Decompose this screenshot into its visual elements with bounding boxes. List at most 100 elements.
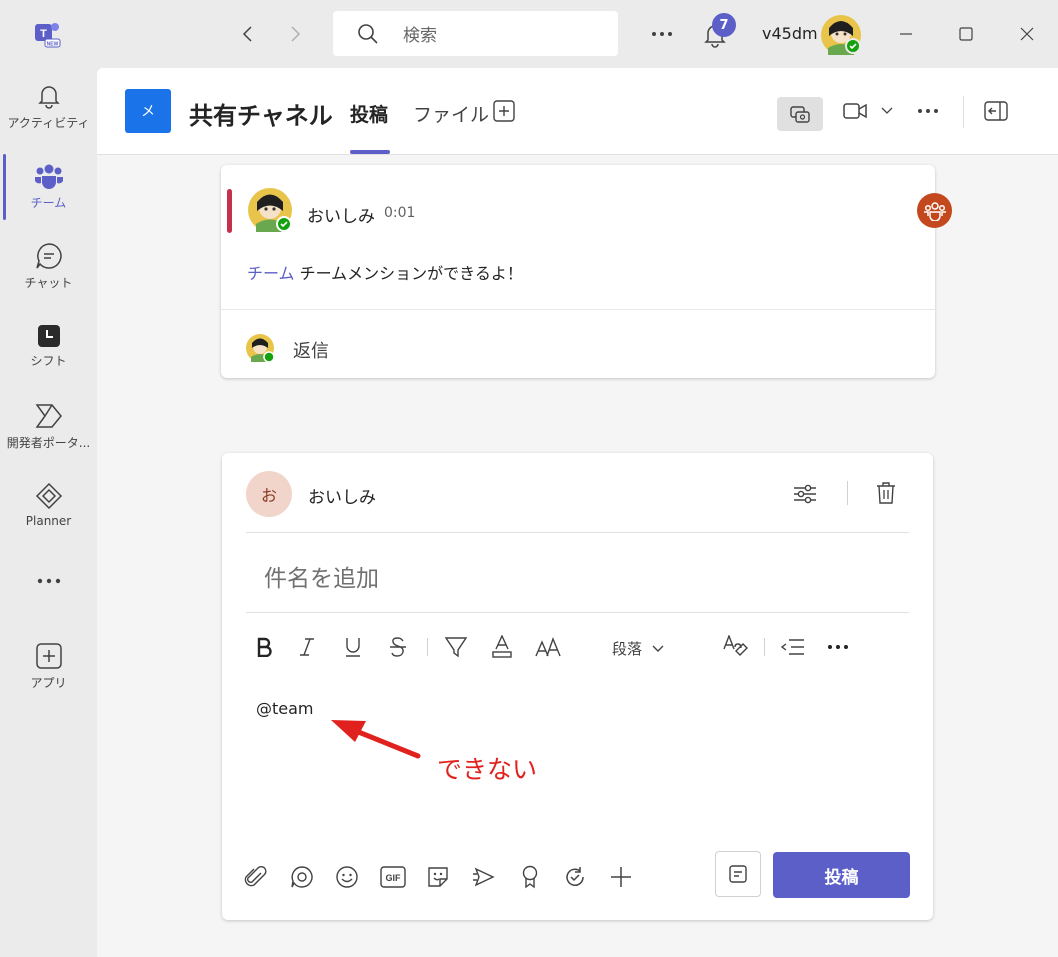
back-button[interactable] bbox=[234, 20, 262, 48]
minimize-button[interactable] bbox=[892, 20, 920, 48]
chevron-right-icon bbox=[291, 26, 301, 42]
italic-button[interactable] bbox=[295, 633, 319, 661]
attach-button[interactable] bbox=[242, 863, 270, 891]
reply-button[interactable]: 返信 bbox=[293, 337, 329, 363]
planner-icon bbox=[35, 482, 62, 510]
developer-portal-icon bbox=[35, 404, 62, 428]
highlight-button[interactable] bbox=[444, 633, 468, 661]
subject-divider bbox=[246, 612, 909, 613]
search-input[interactable]: 検索 bbox=[333, 11, 618, 56]
more-options-button[interactable] bbox=[648, 20, 676, 48]
user-avatar[interactable] bbox=[820, 14, 862, 56]
strikethrough-icon bbox=[390, 637, 406, 657]
refresh-check-icon bbox=[566, 867, 584, 886]
subject-input[interactable]: 件名を追加 bbox=[264, 559, 379, 593]
svg-text:GIF: GIF bbox=[386, 873, 402, 883]
plus-icon bbox=[611, 867, 631, 887]
search-placeholder: 検索 bbox=[403, 26, 437, 46]
emoji-button[interactable] bbox=[333, 863, 361, 891]
message-text: チームメンションができるよ！ bbox=[294, 264, 523, 283]
tab-files[interactable]: ファイル bbox=[413, 100, 489, 127]
bold-icon bbox=[257, 637, 272, 657]
side-panel-icon bbox=[984, 101, 1008, 121]
strikethrough-button[interactable] bbox=[386, 633, 410, 661]
more-formatting-button[interactable] bbox=[825, 633, 851, 661]
rail-item-label: チーム bbox=[30, 196, 67, 210]
open-side-panel-button[interactable] bbox=[983, 99, 1009, 123]
font-color-button[interactable] bbox=[490, 633, 514, 661]
app-rail: アクティビティ チーム チャット シフト 開発者ポータ... Planner ア… bbox=[0, 68, 97, 957]
header-divider bbox=[963, 96, 964, 128]
loop-component-button[interactable] bbox=[288, 863, 316, 891]
discard-draft-button[interactable] bbox=[873, 479, 899, 507]
updates-button[interactable] bbox=[561, 863, 589, 891]
send-arrow-icon bbox=[473, 867, 495, 887]
message-timestamp: 0:01 bbox=[384, 205, 416, 221]
close-icon bbox=[1020, 27, 1034, 41]
post-button[interactable]: 投稿 bbox=[773, 852, 910, 898]
compose-divider bbox=[246, 532, 909, 533]
schedule-send-button[interactable] bbox=[470, 863, 498, 891]
author-avatar[interactable] bbox=[247, 187, 293, 233]
underline-icon bbox=[346, 638, 360, 657]
shifts-icon bbox=[37, 325, 60, 347]
main-content: メ 共有チャネル 投稿 ファイル おいしみ 0:01 チーム チームメンションが… bbox=[97, 68, 1058, 957]
clear-formatting-button[interactable] bbox=[722, 633, 750, 661]
loop-icon bbox=[291, 866, 313, 888]
rail-item-teams[interactable]: チーム bbox=[0, 162, 97, 211]
font-size-button[interactable] bbox=[534, 633, 562, 661]
underline-button[interactable] bbox=[341, 633, 365, 661]
chat-icon bbox=[35, 243, 62, 269]
outdent-button[interactable] bbox=[780, 633, 806, 661]
tab-posts[interactable]: 投稿 bbox=[350, 100, 388, 127]
rail-item-shifts[interactable]: シフト bbox=[0, 324, 97, 369]
close-button[interactable] bbox=[1013, 20, 1041, 48]
rail-item-label: シフト bbox=[30, 354, 67, 368]
post-options-button[interactable] bbox=[791, 480, 819, 508]
channel-title: 共有チャネル bbox=[189, 102, 333, 130]
settings-sliders-icon bbox=[794, 484, 816, 504]
channel-more-button[interactable] bbox=[915, 103, 941, 119]
composer-name: おいしみ bbox=[308, 488, 376, 508]
compose-header-divider bbox=[847, 481, 848, 505]
ellipsis-icon bbox=[828, 645, 848, 649]
forward-button[interactable] bbox=[281, 20, 309, 48]
reply-avatar bbox=[245, 333, 275, 363]
rail-item-label: Planner bbox=[25, 514, 72, 528]
teams-logo-icon: T NEW bbox=[33, 20, 61, 48]
bell-icon bbox=[37, 86, 60, 109]
message-body: チーム チームメンションができるよ！ bbox=[247, 260, 523, 284]
channel-info-button[interactable] bbox=[777, 97, 823, 131]
paperclip-icon bbox=[244, 865, 267, 887]
message-accent-bar bbox=[227, 189, 232, 233]
rail-item-label: アプリ bbox=[30, 676, 67, 690]
rail-item-developer-portal[interactable]: 開発者ポータ... bbox=[0, 402, 97, 451]
compose-box: お おいしみ 件名を追加 段落 @team GIF 投稿 bbox=[222, 453, 933, 920]
sticker-button[interactable] bbox=[424, 863, 452, 891]
minimize-icon bbox=[900, 33, 912, 35]
team-mention-link[interactable]: チーム bbox=[247, 264, 295, 283]
add-tab-button[interactable] bbox=[492, 99, 516, 123]
rail-more-apps-button[interactable] bbox=[0, 578, 97, 584]
ellipsis-icon bbox=[652, 32, 672, 36]
bold-button[interactable] bbox=[252, 633, 276, 661]
username: v45dm bbox=[762, 24, 818, 43]
meet-now-button[interactable] bbox=[841, 99, 869, 123]
clear-formatting-icon bbox=[723, 635, 748, 656]
more-actions-button[interactable] bbox=[607, 863, 635, 891]
message-editor[interactable]: @team bbox=[256, 699, 314, 718]
rail-item-planner[interactable]: Planner bbox=[0, 482, 97, 528]
rail-item-chat[interactable]: チャット bbox=[0, 242, 97, 291]
rail-item-apps[interactable]: アプリ bbox=[0, 642, 97, 691]
gif-button[interactable]: GIF bbox=[379, 863, 407, 891]
rail-item-activity[interactable]: アクティビティ bbox=[0, 82, 97, 131]
active-tab-indicator bbox=[350, 150, 390, 154]
composer-avatar: お bbox=[246, 471, 292, 517]
praise-button[interactable] bbox=[516, 863, 544, 891]
channel-avatar: メ bbox=[125, 89, 171, 133]
meet-options-dropdown[interactable] bbox=[879, 103, 895, 119]
message-card: おいしみ 0:01 チーム チームメンションができるよ！ 返信 bbox=[221, 165, 935, 378]
draft-button[interactable] bbox=[715, 851, 761, 897]
maximize-button[interactable] bbox=[952, 20, 980, 48]
paragraph-style-dropdown[interactable]: 段落 bbox=[612, 638, 664, 659]
